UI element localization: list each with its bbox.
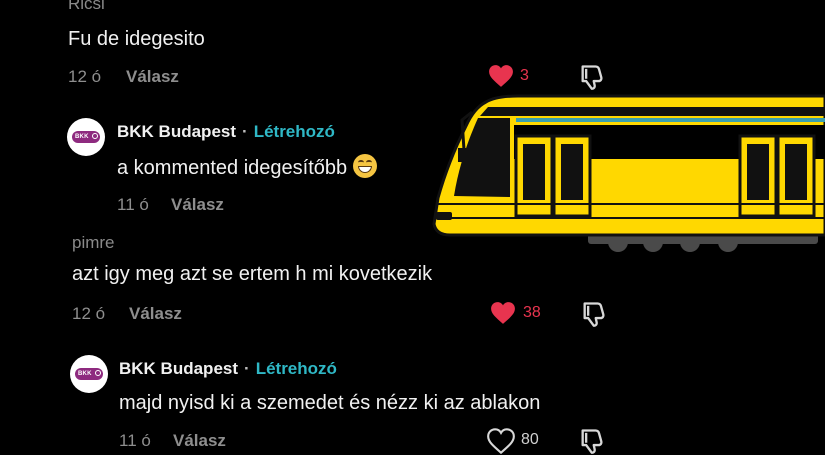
reply-button[interactable]: Válasz [129,304,182,324]
comment-text: azt igy meg azt se ertem h mi kovetkezik [72,263,433,285]
heart-icon [489,65,513,87]
heart-icon [491,302,515,324]
comment-text-content: a kommented idegesítőbb [117,157,348,179]
grinning-emoji [353,154,378,178]
dislike-button[interactable] [578,63,606,91]
dislike-button[interactable] [578,427,606,455]
creator-badge: Létrehozó [255,359,337,378]
comment-author-line: BKK Budapest · Létrehozó [117,122,335,142]
avatar[interactable]: BKK [70,355,108,393]
like-button[interactable] [488,64,514,88]
reply-button[interactable]: Válasz [171,195,224,215]
comment-age: 12 ó [72,304,106,323]
comment-age: 11 ó [119,431,151,450]
avatar[interactable]: BKK [67,118,105,156]
comment-text: a kommented idegesítőbb [117,154,378,180]
author-name[interactable]: BKK Budapest [119,359,238,378]
heart-icon [487,428,515,454]
reply-button[interactable]: Válasz [173,431,226,451]
dislike-icon [581,65,603,90]
separator: · [242,122,248,141]
reply-button[interactable]: Válasz [126,67,179,87]
bkk-logo: BKK [75,368,103,380]
comment-age: 12 ó [68,67,102,86]
like-count: 3 [520,67,529,84]
like-button[interactable] [490,301,516,325]
like-count: 80 [521,431,539,448]
comment-username[interactable]: pimre [72,233,115,253]
dislike-button[interactable] [580,300,608,328]
comment-text: Fu de idegesito [68,28,205,50]
creator-badge: Létrehozó [253,122,335,141]
separator: · [244,359,250,378]
dislike-icon [581,429,603,454]
comment-text: majd nyisd ki a szemedet és nézz ki az a… [119,392,541,414]
comment-age: 11 ó [117,195,149,214]
dislike-icon [583,302,605,327]
like-count: 38 [523,304,541,321]
bkk-logo: BKK [72,131,100,143]
comment-author-line: BKK Budapest · Létrehozó [119,359,337,379]
like-button[interactable] [487,428,515,454]
comment-username[interactable]: Ricsi [68,0,105,14]
author-name[interactable]: BKK Budapest [117,122,236,141]
tram-illustration [428,92,825,257]
